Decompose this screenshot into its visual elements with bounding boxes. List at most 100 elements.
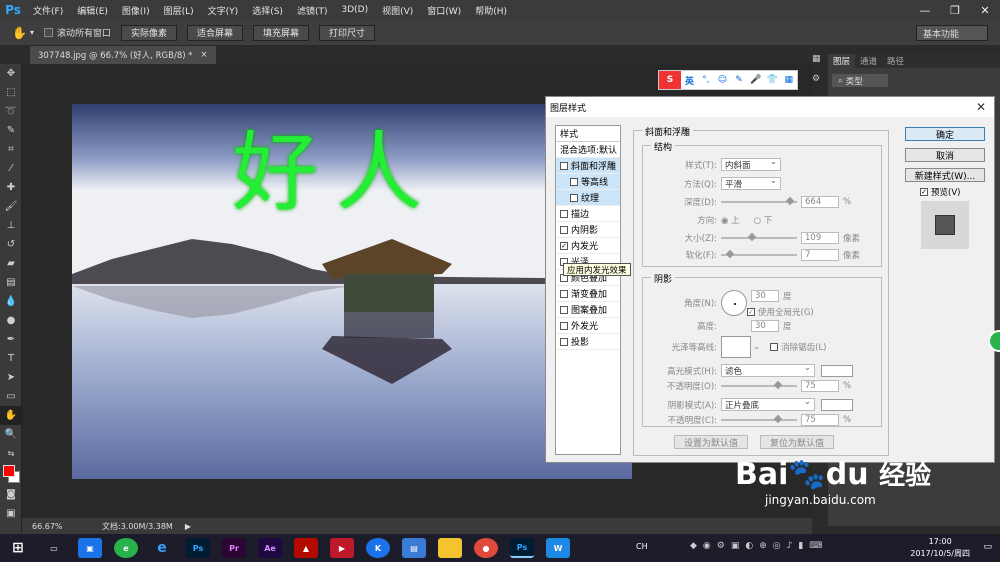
workspace-select[interactable]: 基本功能 [916, 25, 988, 41]
type-tool-icon[interactable]: T [0, 349, 22, 368]
style-item-inner-shadow[interactable]: 内阴影 [556, 222, 620, 238]
taskbar-clock[interactable]: 17:00 2017/10/5/周四 [910, 536, 970, 560]
task-view-icon[interactable]: ▭ [42, 538, 66, 558]
fill-screen-button[interactable]: 填充屏幕 [253, 24, 310, 41]
angle-input[interactable]: 30 [751, 290, 779, 302]
menu-help[interactable]: 帮助(H) [468, 4, 514, 17]
blend-options-item[interactable]: 混合选项:默认 [556, 142, 620, 158]
slider-handle[interactable] [747, 232, 757, 242]
restore-button[interactable]: ❐ [940, 0, 970, 20]
depth-slider[interactable] [721, 196, 797, 207]
shadow-opacity-input[interactable]: 75 [801, 414, 839, 426]
size-input[interactable]: 109 [801, 232, 839, 244]
tab-layers[interactable]: 图层 [828, 54, 856, 68]
folder-icon[interactable] [438, 538, 462, 558]
chevron-down-icon[interactable]: ▾ [30, 28, 34, 37]
style-item-inner-glow[interactable]: ✓ 内发光 [556, 238, 620, 254]
style-item-gradient-overlay[interactable]: 渐变叠加 [556, 286, 620, 302]
checkmark-icon[interactable]: ✓ [560, 241, 568, 250]
dodge-tool-icon[interactable]: ● [0, 311, 22, 330]
style-item-drop-shadow[interactable]: 投影 [556, 334, 620, 350]
set-default-button[interactable]: 设置为默认值 [674, 435, 748, 449]
direction-up-radio[interactable]: ◉ 上 [721, 214, 740, 226]
photoshop-active-icon[interactable]: Ps [510, 538, 534, 558]
brush-tool-icon[interactable]: 🖌 [0, 197, 22, 216]
checkmark-icon[interactable]: ✓ [920, 188, 928, 196]
gloss-contour-picker[interactable] [721, 336, 751, 358]
close-icon[interactable]: ✕ [976, 100, 986, 114]
ok-button[interactable]: 确定 [905, 127, 985, 141]
menu-layer[interactable]: 图层(L) [157, 4, 201, 17]
color-swatches[interactable] [0, 463, 22, 485]
crop-tool-icon[interactable]: ⌗ [0, 140, 22, 159]
menu-3d[interactable]: 3D(D) [334, 5, 375, 15]
menu-window[interactable]: 窗口(W) [420, 4, 468, 17]
highlight-mode-select[interactable]: 滤色 [721, 363, 815, 377]
close-button[interactable]: ✕ [970, 0, 1000, 20]
checkbox-icon[interactable] [560, 305, 568, 314]
menu-select[interactable]: 选择(S) [245, 4, 290, 17]
style-item-bevel[interactable]: 斜面和浮雕 [556, 158, 620, 174]
menu-file[interactable]: 文件(F) [26, 4, 70, 17]
healing-brush-tool-icon[interactable]: ✚ [0, 178, 22, 197]
pen-icon[interactable]: ✎ [731, 75, 748, 85]
checkbox-icon[interactable] [560, 289, 568, 298]
hand-tool-icon[interactable]: ✋ [12, 26, 27, 40]
acrobat-app-icon[interactable]: ▲ [294, 538, 318, 558]
kugou-app-icon[interactable]: K [366, 538, 390, 558]
marquee-tool-icon[interactable]: ⬚ [0, 83, 22, 102]
gradient-tool-icon[interactable]: ▤ [0, 273, 22, 292]
checkbox-icon[interactable] [560, 161, 568, 170]
pen-tool-icon[interactable]: ✒ [0, 330, 22, 349]
media-app-icon[interactable]: ▶ [330, 538, 354, 558]
premiere-app-icon[interactable]: Pr [222, 538, 246, 558]
style-item-pattern-overlay[interactable]: 图案叠加 [556, 302, 620, 318]
style-select[interactable]: 内斜面 [721, 157, 781, 171]
menu-view[interactable]: 视图(V) [375, 4, 420, 17]
foreground-color-swatch[interactable] [3, 465, 15, 477]
depth-input[interactable]: 664 [801, 196, 839, 208]
checkbox-icon[interactable] [560, 321, 568, 330]
chrome-app-icon[interactable]: ● [474, 538, 498, 558]
slider-handle[interactable] [785, 196, 795, 206]
direction-down-radio[interactable]: ○ 下 [754, 214, 773, 226]
tab-channels[interactable]: 通道 [855, 54, 882, 68]
shirt-icon[interactable]: 👕 [764, 75, 781, 85]
browser-360-icon[interactable]: e [114, 538, 138, 558]
ime-lang[interactable]: 英 [681, 74, 698, 87]
wps-app-icon[interactable]: W [546, 538, 570, 558]
cancel-button[interactable]: 取消 [905, 148, 985, 162]
new-style-button[interactable]: 新建样式(W)... [905, 168, 985, 182]
microphone-icon[interactable]: 🎤 [747, 75, 764, 85]
tray-icons[interactable]: ◆◉⚙▣◐⊕◎♪▮⌨ [690, 541, 828, 551]
chevron-down-icon[interactable]: ⌄ [753, 342, 760, 352]
fit-screen-button[interactable]: 适合屏幕 [187, 24, 244, 41]
after-effects-app-icon[interactable]: Ae [258, 538, 282, 558]
ime-punct[interactable]: °, [698, 75, 715, 85]
shadow-opacity-slider[interactable] [721, 414, 797, 425]
screen-mode-icon[interactable]: ▣ [0, 504, 22, 523]
menu-image[interactable]: 图像(I) [115, 4, 157, 17]
properties-panel-icon[interactable]: ⚙ [812, 74, 826, 94]
style-item-contour[interactable]: 等高线 [556, 174, 620, 190]
hand-tool-icon[interactable]: ✋ [0, 406, 22, 425]
zoom-tool-icon[interactable]: 🔍 [0, 425, 22, 444]
shadow-mode-select[interactable]: 正片叠底 [721, 397, 815, 411]
document-tab[interactable]: 307748.jpg @ 66.7% (好人, RGB/8) * × [30, 46, 216, 64]
slider-handle[interactable] [773, 380, 783, 390]
sogou-logo-icon[interactable]: S [659, 71, 682, 89]
quick-select-tool-icon[interactable]: ✎ [0, 121, 22, 140]
minimize-button[interactable]: — [910, 0, 940, 20]
checkbox-icon[interactable] [560, 337, 568, 346]
status-menu-icon[interactable]: ▶ [185, 522, 191, 531]
photoshop-app-icon[interactable]: Ps [186, 538, 210, 558]
reset-default-button[interactable]: 复位为默认值 [760, 435, 834, 449]
film-app-icon[interactable]: ▤ [402, 538, 426, 558]
style-item-stroke[interactable]: 描边 [556, 206, 620, 222]
print-size-button[interactable]: 打印尺寸 [319, 24, 376, 41]
highlight-color-swatch[interactable] [821, 364, 853, 377]
swap-colors-icon[interactable]: ⇆ [0, 444, 22, 463]
angle-dial[interactable] [721, 290, 747, 316]
path-select-tool-icon[interactable]: ➤ [0, 368, 22, 387]
tab-close-icon[interactable]: × [201, 50, 208, 60]
